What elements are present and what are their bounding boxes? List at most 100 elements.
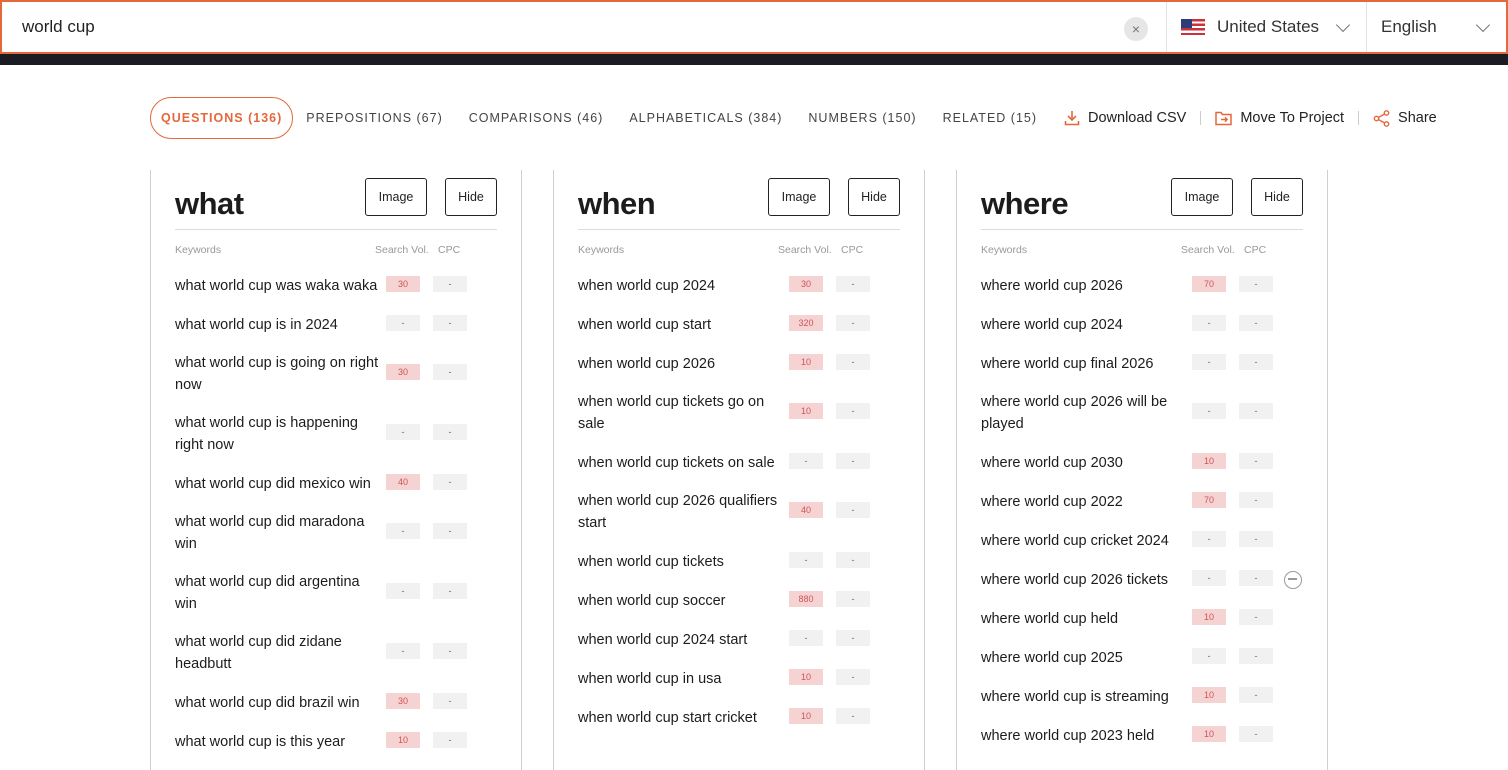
keyword-row[interactable]: where world cup cricket 2024- - [981, 521, 1281, 560]
keyword-text[interactable]: what world cup was waka waka [175, 275, 385, 297]
keyword-text[interactable]: where world cup 2022 [981, 491, 1191, 513]
search-input[interactable]: world cup × [2, 2, 1166, 52]
card-where: where Image Hide Keywords Search Vol. CPC wher… [956, 170, 1328, 770]
image-button[interactable]: Image [768, 178, 830, 216]
search-volume-badge: 30 [386, 275, 420, 292]
keyword-row[interactable]: what world cup did zidane headbutt - - [175, 623, 475, 683]
keyword-text[interactable]: when world cup 2024 start [578, 629, 788, 651]
keyword-row[interactable]: where world cup final 2026- - [981, 344, 1281, 383]
keyword-row[interactable]: when world cup start 320- [578, 305, 878, 344]
keyword-row[interactable]: what world cup is going on right now 30- [175, 344, 475, 404]
keyword-text[interactable]: where world cup held [981, 608, 1191, 630]
keyword-row[interactable]: where world cup 2023 held 10- [981, 716, 1281, 755]
search-volume-badge: - [1192, 647, 1226, 664]
keyword-text[interactable]: what world cup is happening right now [175, 412, 385, 456]
keyword-row[interactable]: what world cup did maradona win - - [175, 503, 475, 563]
keyword-text[interactable]: when world cup 2026 qualifiers start [578, 490, 788, 534]
move-to-project-button[interactable]: Move To Project [1201, 110, 1358, 126]
keyword-text[interactable]: when world cup start cricket [578, 707, 788, 729]
tab-prepositions[interactable]: PREPOSITIONS (67) [293, 97, 455, 139]
keyword-row[interactable]: what world cup did mexico win 40- [175, 464, 475, 503]
keyword-row[interactable]: when world cup in usa 10- [578, 659, 878, 698]
keyword-text[interactable]: when world cup 2026 [578, 353, 788, 375]
keyword-text[interactable]: when world cup in usa [578, 668, 788, 690]
cpc-badge: - [433, 692, 467, 709]
keyword-text[interactable]: what world cup did argentina win [175, 571, 385, 615]
keyword-text[interactable]: when world cup tickets go on sale [578, 391, 788, 435]
keyword-text[interactable]: where world cup 2023 held [981, 725, 1191, 747]
keyword-text[interactable]: where world cup cricket 2024 [981, 530, 1191, 552]
keyword-text[interactable]: when world cup soccer [578, 590, 788, 612]
keyword-row[interactable]: when world cup 2026 10- [578, 344, 878, 383]
search-volume-badge: 10 [789, 707, 823, 724]
remove-icon[interactable] [1284, 570, 1302, 589]
keyword-text[interactable]: what world cup is this year [175, 731, 385, 753]
keyword-row[interactable]: what world cup is in 2024- - [175, 305, 475, 344]
search-query: world cup [22, 17, 95, 36]
keyword-row[interactable]: where world cup 2024- - [981, 305, 1281, 344]
cpc-column-header: CPC [841, 244, 864, 256]
keyword-row[interactable]: what world cup did brazil win 30- [175, 683, 475, 722]
keyword-row[interactable]: when world cup 2024 30- [578, 266, 878, 305]
cpc-badge: - [433, 424, 467, 440]
keyword-text[interactable]: where world cup is streaming [981, 686, 1191, 708]
keyword-text[interactable]: where world cup 2026 [981, 275, 1191, 297]
search-volume-badge: 70 [1192, 275, 1226, 292]
tab-related[interactable]: RELATED (15) [930, 97, 1050, 139]
keyword-row[interactable]: where world cup 2026 70- [981, 266, 1281, 305]
download-csv-button[interactable]: Download CSV [1050, 110, 1200, 126]
tab-alphabeticals[interactable]: ALPHABETICALS (384) [616, 97, 795, 139]
keyword-text[interactable]: what world cup did zidane headbutt [175, 631, 385, 675]
image-button[interactable]: Image [1171, 178, 1233, 216]
keyword-text[interactable]: where world cup 2026 will be played [981, 391, 1191, 435]
tab-comparisons[interactable]: COMPARISONS (46) [456, 97, 617, 139]
keyword-row[interactable]: what world cup did argentina win - - [175, 563, 475, 623]
keyword-text[interactable]: what world cup did maradona win [175, 511, 385, 555]
keyword-text[interactable]: where world cup 2030 [981, 452, 1191, 474]
keyword-text[interactable]: what world cup did mexico win [175, 473, 385, 495]
keyword-row[interactable]: where world cup is streaming 10- [981, 677, 1281, 716]
cpc-badge: - [836, 502, 870, 518]
keyword-row[interactable]: where world cup 2026 will be played - - [981, 383, 1281, 443]
keyword-text[interactable]: when world cup tickets [578, 551, 788, 573]
keyword-row[interactable]: what world cup is this year 10- [175, 722, 475, 761]
hide-button[interactable]: Hide [1251, 178, 1303, 216]
language-select[interactable]: English [1366, 2, 1506, 52]
keyword-row[interactable]: what world cup was waka waka 30- [175, 266, 475, 305]
hide-button[interactable]: Hide [848, 178, 900, 216]
keyword-text[interactable]: what world cup is going on right now [175, 352, 385, 396]
keyword-text[interactable]: when world cup start [578, 314, 788, 336]
cpc-badge: - [1239, 608, 1273, 625]
keyword-row[interactable]: what world cup is happening right now - - [175, 404, 475, 464]
keyword-row[interactable]: when world cup tickets go on sale 10- [578, 383, 878, 443]
keyword-text[interactable]: where world cup 2026 tickets [981, 569, 1191, 591]
keyword-row[interactable]: when world cup 2024 start - - [578, 620, 878, 659]
keyword-row[interactable]: when world cup tickets - - [578, 542, 878, 581]
keyword-text[interactable]: where world cup 2024 [981, 314, 1191, 336]
image-button[interactable]: Image [365, 178, 427, 216]
keyword-row[interactable]: where world cup 2025- - [981, 638, 1281, 677]
search-volume-badge: - [386, 523, 420, 539]
keyword-text[interactable]: when world cup 2024 [578, 275, 788, 297]
keyword-text[interactable]: what world cup did brazil win [175, 692, 385, 714]
keyword-row[interactable]: where world cup 2030 10- [981, 443, 1281, 482]
keyword-row[interactable]: when world cup tickets on sale - - [578, 443, 878, 482]
clear-search-icon[interactable]: × [1124, 17, 1148, 41]
keyword-row[interactable]: where world cup held 10- [981, 599, 1281, 638]
keyword-text[interactable]: where world cup 2025 [981, 647, 1191, 669]
keyword-row[interactable]: when world cup soccer 880- [578, 581, 878, 620]
keyword-text[interactable]: where world cup final 2026 [981, 353, 1191, 375]
country-select[interactable]: United States [1166, 2, 1366, 52]
search-volume-column-header: Search Vol. [778, 244, 832, 256]
tab-questions[interactable]: QUESTIONS (136) [150, 97, 294, 139]
tab-numbers[interactable]: NUMBERS (150) [795, 97, 929, 139]
cpc-badge: - [433, 314, 467, 331]
hide-button[interactable]: Hide [445, 178, 497, 216]
keyword-text[interactable]: what world cup is in 2024 [175, 314, 385, 336]
keyword-row[interactable]: where world cup 2026 tickets - - [981, 560, 1302, 599]
keyword-text[interactable]: when world cup tickets on sale [578, 452, 788, 474]
share-button[interactable]: Share [1359, 109, 1451, 127]
keyword-row[interactable]: when world cup start cricket 10- [578, 698, 878, 737]
keyword-row[interactable]: where world cup 2022 70- [981, 482, 1281, 521]
keyword-row[interactable]: when world cup 2026 qualifiers start 40- [578, 482, 878, 542]
